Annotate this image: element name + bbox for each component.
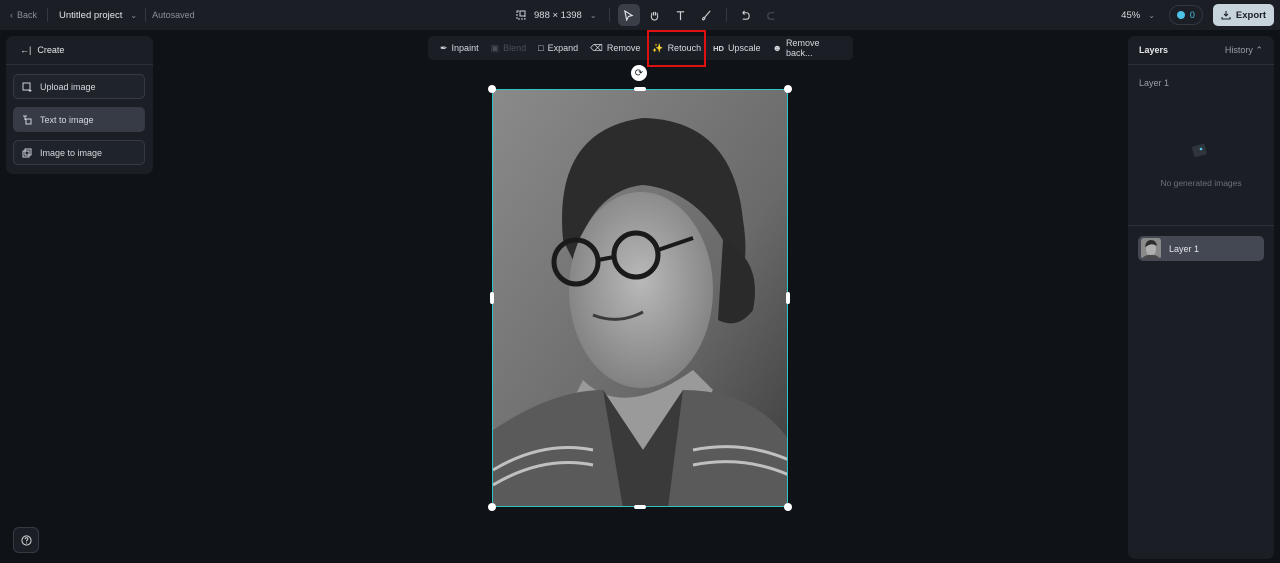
credits-count: 0 — [1189, 10, 1195, 20]
remove-background-icon: ☻ — [772, 43, 782, 53]
image-to-image-button[interactable]: Image to image — [13, 140, 145, 165]
highlight-box — [647, 30, 706, 67]
project-name: Untitled project — [59, 9, 123, 21]
chevron-left-icon: ‹ — [10, 10, 13, 20]
download-icon — [1221, 11, 1231, 20]
upload-image-icon — [22, 82, 32, 92]
back-label: Back — [17, 10, 38, 20]
history-toggle[interactable]: History ⌃ — [1225, 45, 1263, 56]
canvas-image[interactable] — [492, 89, 788, 507]
layers-title: Layers — [1139, 45, 1169, 55]
upload-image-label: Upload image — [40, 81, 96, 92]
portrait-photo — [493, 90, 787, 506]
select-tool[interactable] — [617, 4, 640, 26]
collapse-left-icon: ←| — [20, 45, 32, 55]
remove-label: Remove — [606, 43, 641, 53]
eraser-icon: ⌫ — [590, 42, 603, 53]
expand-button[interactable]: □ Expand — [532, 36, 584, 60]
resize-handle-bottom[interactable] — [634, 505, 646, 509]
upscale-button[interactable]: HD Upscale — [707, 36, 766, 60]
autosave-status: Autosaved — [145, 8, 195, 22]
upload-image-button[interactable]: Upload image — [13, 74, 145, 99]
undo-button[interactable] — [735, 4, 757, 26]
history-label: History — [1224, 44, 1253, 55]
remove-background-button[interactable]: ☻ Remove back... — [766, 36, 853, 60]
project-name-dropdown[interactable]: Untitled project ⌄ — [48, 10, 145, 21]
hand-icon — [650, 11, 659, 21]
expand-icon: □ — [538, 43, 544, 53]
remove-background-label: Remove back... — [785, 38, 820, 58]
inpaint-icon: ✒ — [440, 42, 448, 53]
text-to-image-button[interactable]: Text to image — [13, 107, 145, 132]
hand-tool[interactable] — [644, 4, 666, 26]
divider — [1128, 225, 1274, 226]
back-button[interactable]: ‹ Back — [10, 8, 49, 22]
rotate-handle[interactable]: ⟳ — [631, 65, 647, 81]
resize-handle-top[interactable] — [634, 87, 646, 91]
hd-icon: HD — [713, 43, 724, 53]
remove-button[interactable]: ⌫ Remove — [584, 36, 646, 60]
layer-thumbnail — [1141, 238, 1161, 259]
redo-icon — [767, 11, 775, 20]
credits-badge[interactable]: 0 — [1168, 5, 1203, 25]
image-to-image-icon — [22, 148, 32, 157]
layer-name: Layer 1 — [1169, 243, 1200, 254]
layer-item[interactable]: Layer 1 — [1138, 236, 1264, 261]
inpaint-label: Inpaint — [451, 43, 479, 53]
zoom-level: 45% — [1121, 9, 1141, 21]
help-button[interactable] — [13, 527, 39, 553]
text-icon — [676, 10, 685, 20]
resize-handle-left[interactable] — [490, 292, 494, 304]
brush-tool[interactable] — [696, 4, 718, 26]
blend-button[interactable]: ▣ Blend — [485, 36, 533, 60]
chevron-down-icon: ⌄ — [1148, 10, 1155, 20]
image-actions-toolbar: ✒ Inpaint ▣ Blend □ Expand ⌫ Remove ✨ Re… — [428, 36, 853, 60]
resize-handle-bottom-left[interactable] — [488, 503, 496, 511]
chevron-down-icon: ⌄ — [589, 10, 597, 20]
resize-handle-right[interactable] — [786, 292, 790, 304]
rotate-icon: ⟳ — [634, 67, 644, 79]
top-bar: ‹ Back Untitled project ⌄ Autosaved 988 … — [0, 0, 1280, 30]
credits-icon — [1176, 11, 1185, 19]
create-panel: ←| Create Upload image Text to image Ima… — [6, 36, 153, 174]
layer-group-label: Layer 1 — [1139, 78, 1170, 88]
export-button[interactable]: Export — [1212, 4, 1274, 26]
image-to-image-label: Image to image — [40, 147, 103, 158]
undo-icon — [742, 10, 750, 20]
resize-handle-top-right[interactable] — [784, 85, 792, 93]
cursor-icon — [624, 9, 634, 21]
layers-panel: Layers History ⌃ Layer 1 No generated im… — [1128, 36, 1274, 559]
text-to-image-label: Text to image — [40, 114, 94, 125]
divider — [608, 8, 610, 22]
panel-title: Create — [37, 45, 65, 55]
help-icon — [20, 534, 32, 546]
export-label: Export — [1235, 9, 1266, 21]
empty-state-icon — [1190, 142, 1212, 162]
redo-button[interactable] — [761, 4, 783, 26]
inpaint-button[interactable]: ✒ Inpaint — [434, 36, 485, 60]
resize-handle-top-left[interactable] — [488, 85, 496, 93]
brush-icon — [702, 10, 711, 21]
resize-handle-bottom-right[interactable] — [784, 503, 792, 511]
expand-label: Expand — [547, 43, 579, 53]
upscale-label: Upscale — [727, 43, 761, 53]
zoom-dropdown[interactable]: 45% ⌄ — [1121, 10, 1155, 21]
chevron-up-icon: ⌃ — [1255, 44, 1263, 55]
text-tool[interactable] — [670, 4, 692, 26]
blend-label: Blend — [503, 43, 527, 53]
chevron-down-icon: ⌄ — [130, 10, 138, 20]
divider — [725, 8, 727, 22]
resize-icon — [516, 10, 526, 20]
create-panel-header[interactable]: ←| Create — [6, 36, 153, 65]
canvas-size-dropdown[interactable]: 988 × 1398 ⌄ — [510, 10, 603, 21]
empty-state-text: No generated images — [1160, 178, 1242, 188]
canvas-size: 988 × 1398 — [534, 9, 582, 21]
text-to-image-icon — [23, 115, 32, 124]
blend-icon: ▣ — [490, 42, 500, 53]
